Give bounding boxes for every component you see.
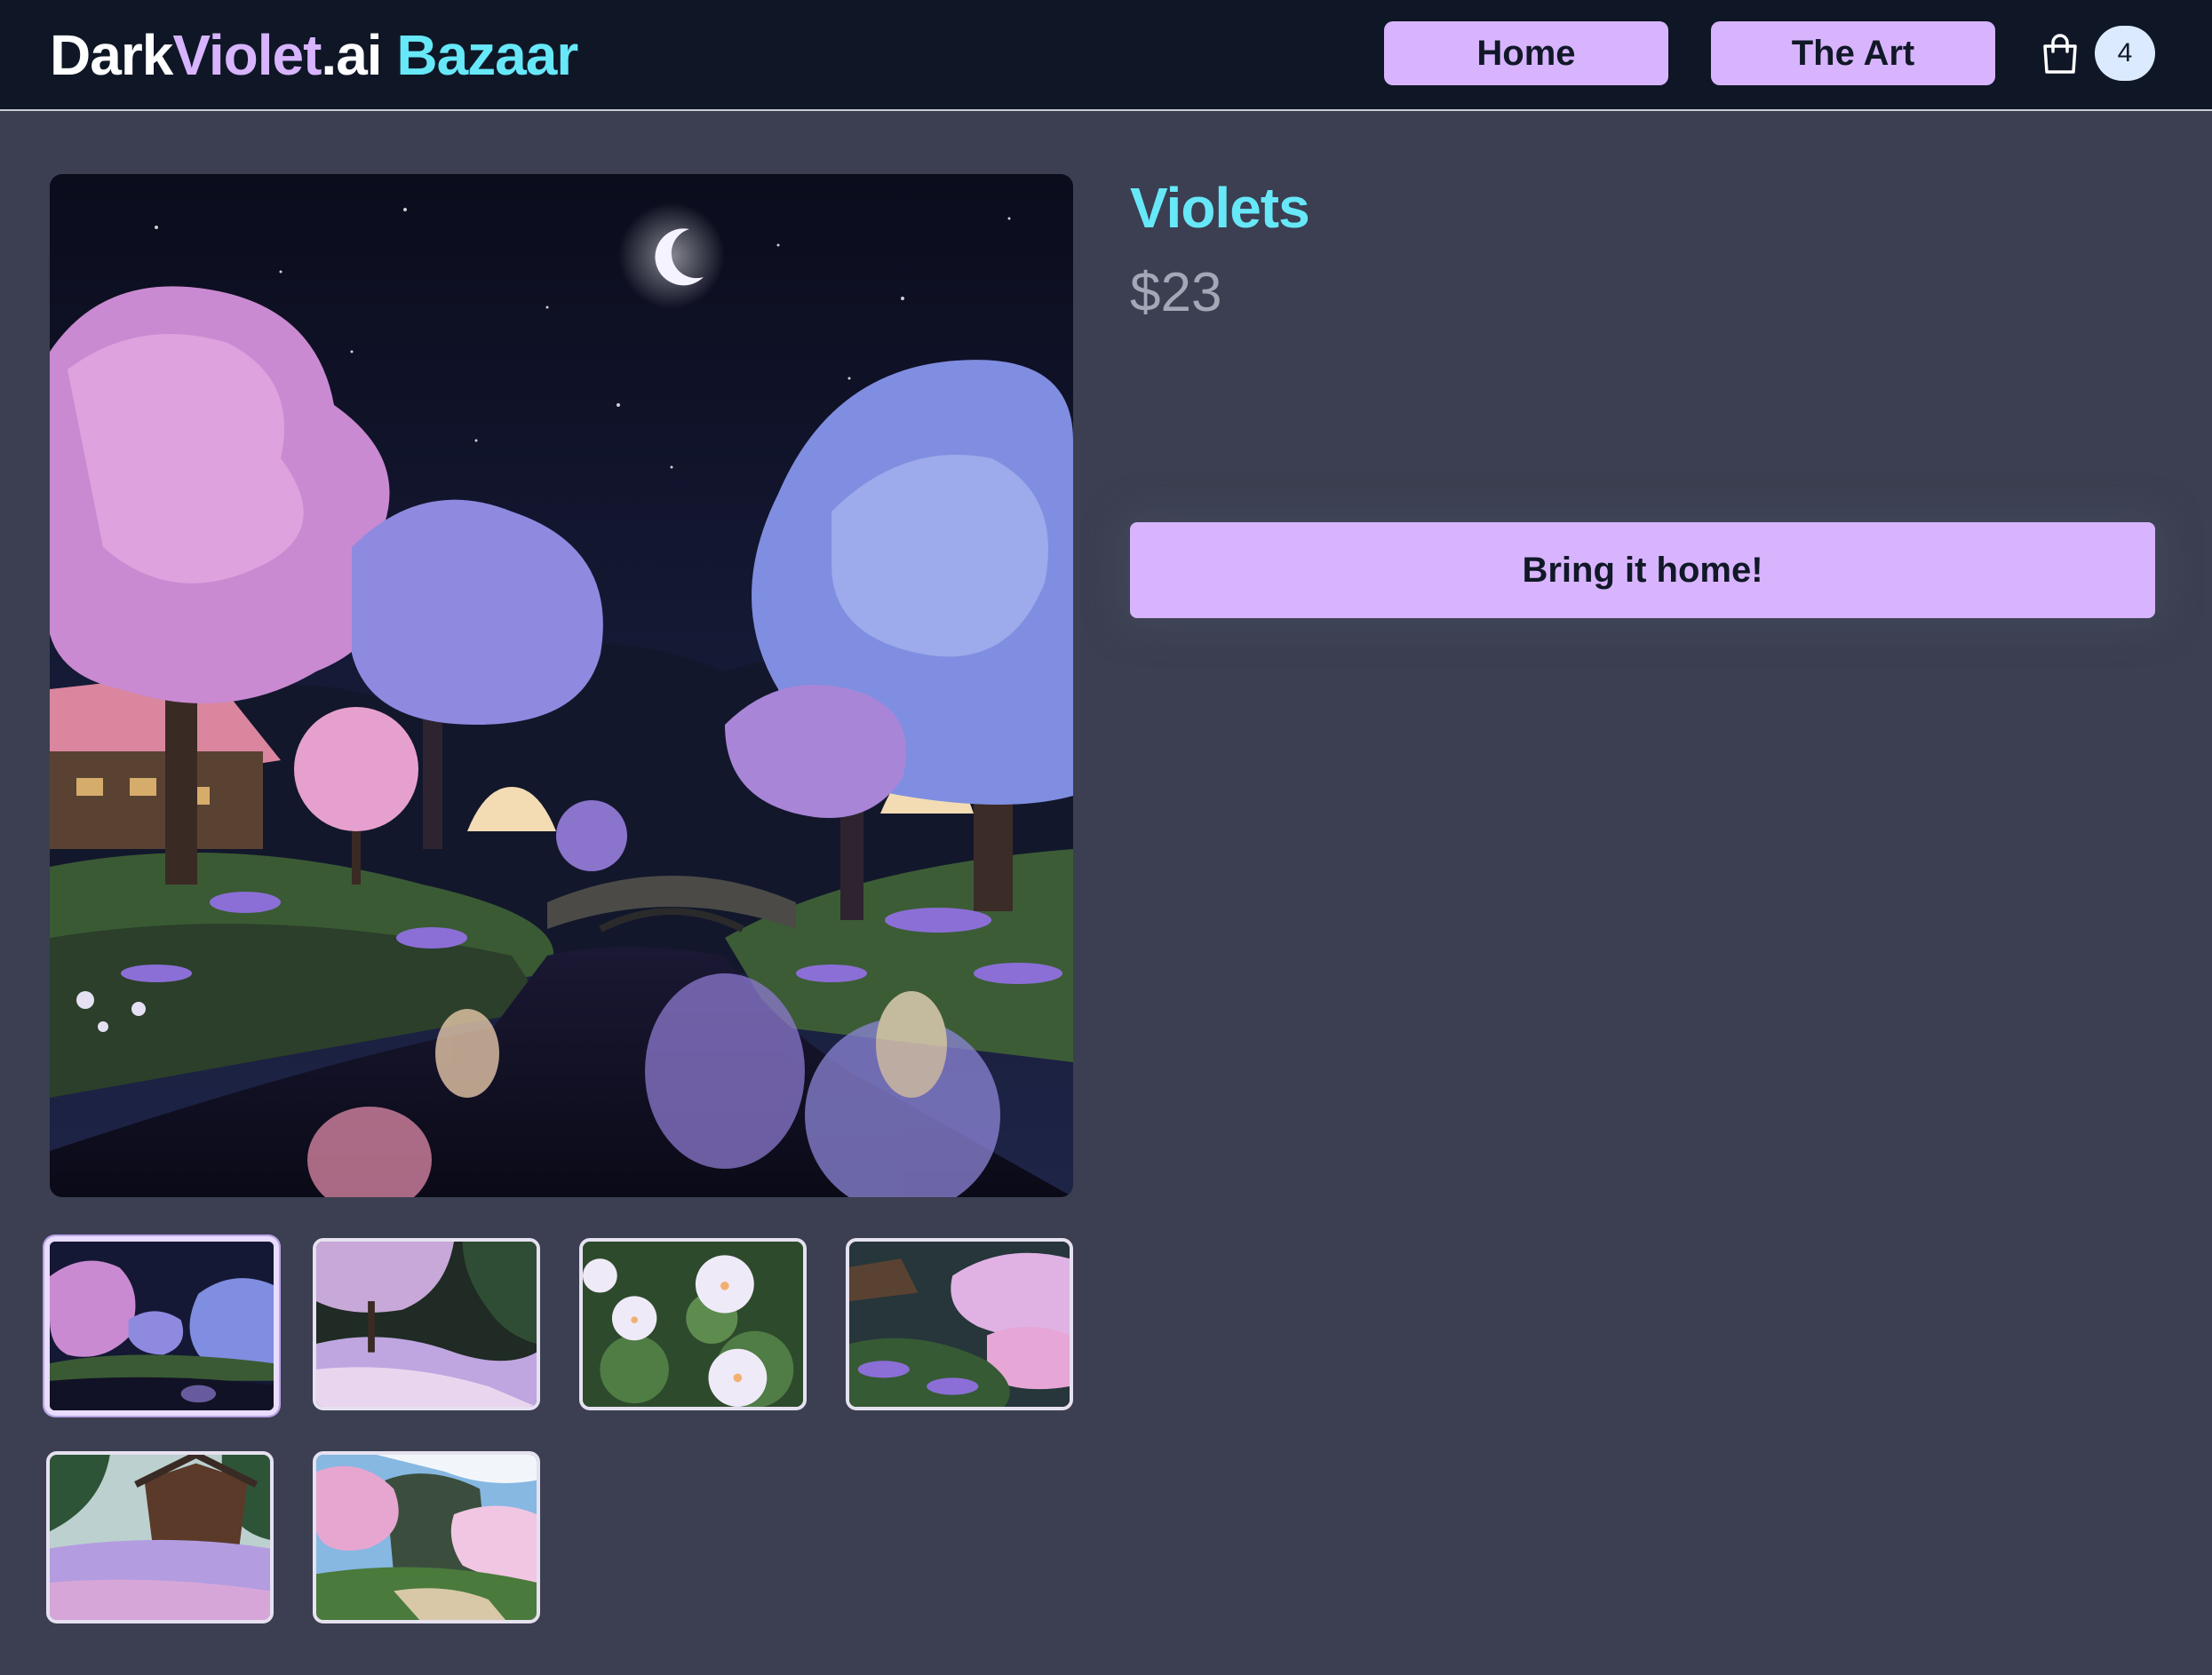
bring-it-home-button[interactable]: Bring it home!	[1130, 522, 2155, 618]
thumbnail-1[interactable]	[44, 1236, 279, 1416]
thumbnail-5[interactable]	[46, 1451, 274, 1623]
thumbnail-4[interactable]	[846, 1238, 1073, 1410]
logo-text-bazaar: Bazaar	[396, 23, 578, 87]
product-price: $23	[1130, 262, 1222, 323]
shopping-bag-icon[interactable]	[2041, 34, 2079, 75]
cart-count-badge[interactable]: 4	[2095, 26, 2155, 81]
logo-text-violet: Violet	[172, 23, 322, 87]
logo-text-ai: .ai	[321, 23, 382, 87]
product-title: Violets	[1130, 176, 1310, 240]
site-logo[interactable]: DarkViolet.ai Bazaar	[50, 16, 578, 94]
nav-the-art-button[interactable]: The Art	[1711, 21, 1995, 85]
thumbnail-2[interactable]	[313, 1238, 540, 1410]
nav-home-button[interactable]: Home	[1384, 21, 1668, 85]
thumbnail-6[interactable]	[313, 1451, 540, 1623]
main-product-image	[50, 174, 1073, 1197]
site-header: DarkViolet.ai Bazaar Home The Art 4	[0, 0, 2212, 111]
logo-text-dark: Dark	[50, 23, 173, 87]
thumbnail-3[interactable]	[579, 1238, 807, 1410]
